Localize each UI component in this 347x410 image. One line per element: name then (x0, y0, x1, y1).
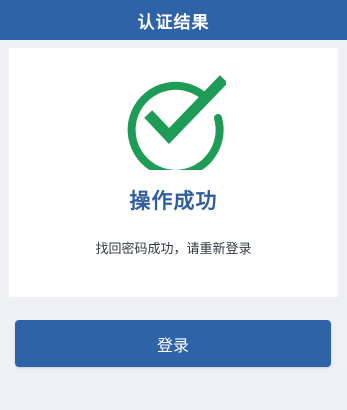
result-card: 操作成功 找回密码成功，请重新登录 (9, 48, 338, 297)
login-button[interactable]: 登录 (15, 320, 331, 367)
page-title: 认证结果 (137, 12, 210, 33)
result-title: 操作成功 (129, 189, 218, 213)
header-bar: 认证结果 (0, 0, 347, 40)
check-circle-icon (127, 75, 226, 170)
result-message: 找回密码成功，请重新登录 (95, 242, 252, 257)
